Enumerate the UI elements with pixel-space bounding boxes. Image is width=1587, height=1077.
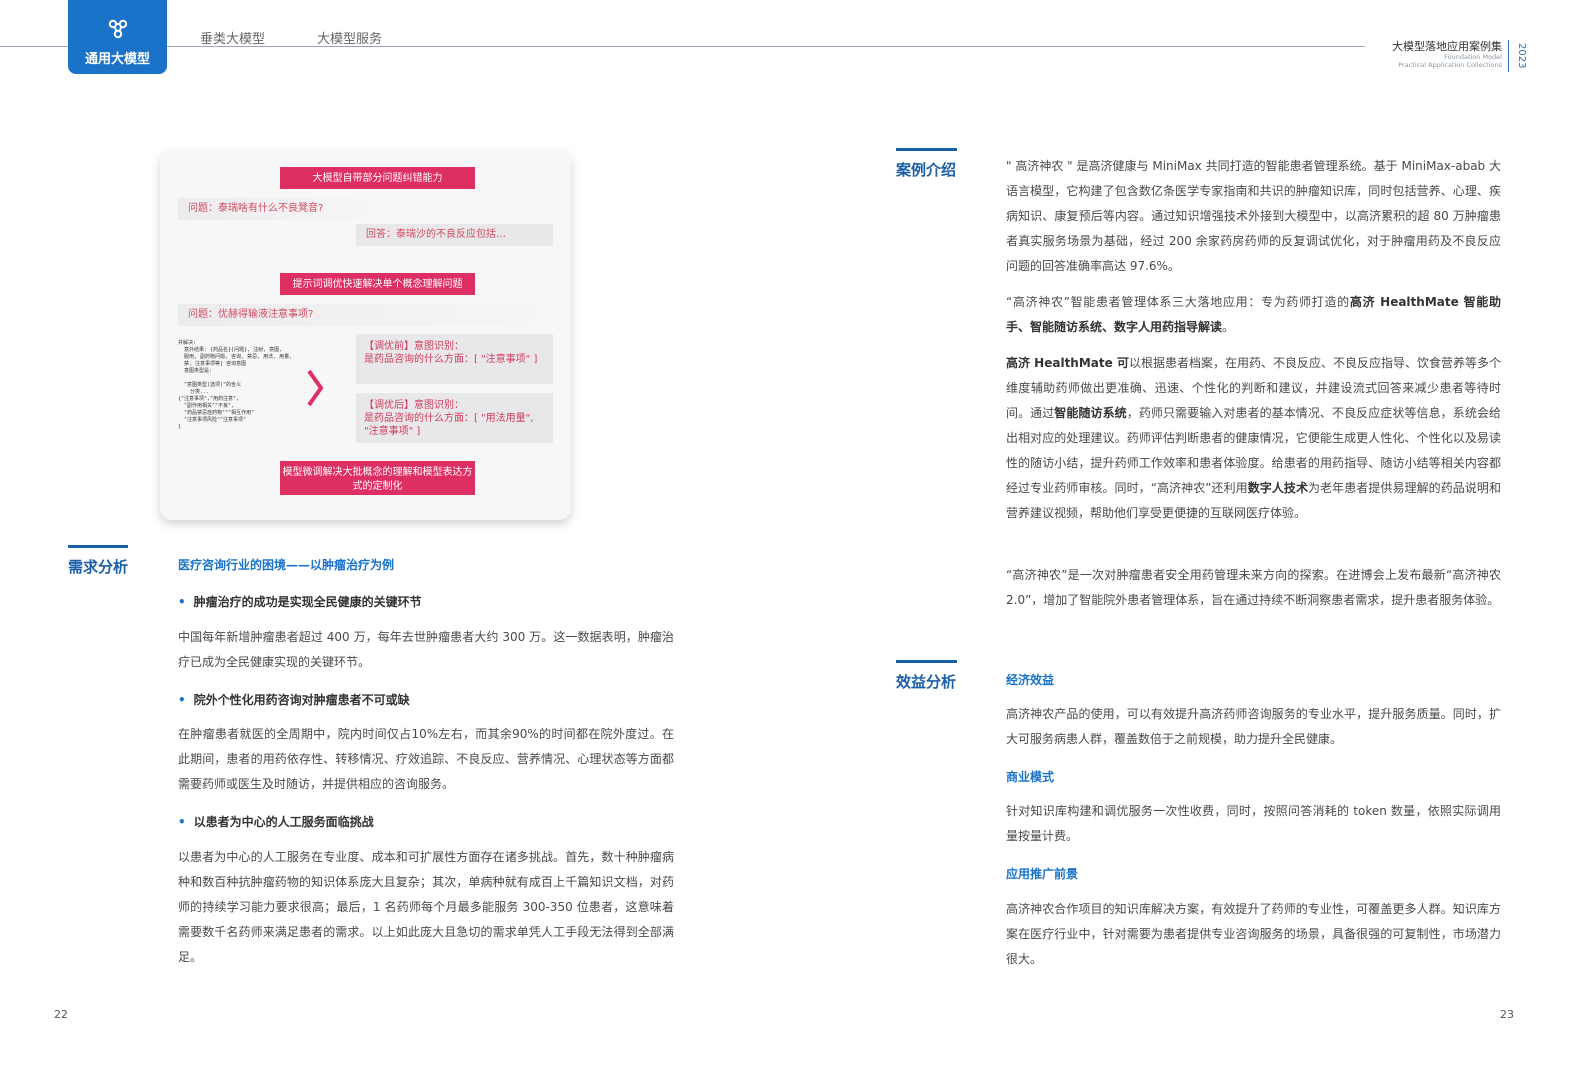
- figure-after-tuning: 【调优后】意图识别： 是药品咨询的什么方面：[ "用法用量", "注意事项" ]: [356, 393, 553, 443]
- section-title-case: 案例介绍: [896, 161, 957, 179]
- case-p3-highlight-1: 高济 HealthMate 可: [1006, 356, 1129, 370]
- section-bar-benefit: [896, 660, 957, 663]
- after-text: 是药品咨询的什么方面：[ "用法用量", "注意事项" ]: [364, 413, 534, 437]
- category-tab[interactable]: 通用大模型: [68, 0, 167, 74]
- biz-subhead: 商业模式: [1006, 770, 1055, 784]
- category-label: 通用大模型: [84, 52, 150, 67]
- biz-paragraph: 针对知识库构建和调优服务一次性收费，同时，按照问答消耗的 token 数量，依照…: [1006, 804, 1501, 843]
- figure-box-2: 提示词调优快速解决单个概念理解问题: [280, 273, 475, 295]
- section-title-demand: 需求分析: [68, 558, 129, 576]
- chevron-right-icon: [307, 369, 324, 407]
- bullet-dot: •: [178, 595, 186, 609]
- promo-subhead: 应用推广前景: [1006, 867, 1079, 881]
- book-en-line-2: Practical Application Collections: [1398, 61, 1502, 69]
- section-title-benefit: 效益分析: [896, 673, 957, 691]
- after-label: 【调优后】意图识别：: [364, 400, 464, 411]
- case-paragraph-2: “高济神农”智能患者管理体系三大落地应用：专为药师打造的高济 HealthMat…: [1006, 290, 1501, 340]
- book-year: 2023: [1516, 43, 1527, 69]
- case-paragraph-4: “高济神农”是一次对肿瘤患者安全用药管理未来方向的探索。在进博会上发布最新“高济…: [1006, 568, 1501, 607]
- econ-paragraph: 高济神农产品的使用，可以有效提升高济药师咨询服务的专业水平，提升服务质量。同时，…: [1006, 707, 1501, 746]
- network-icon: [108, 19, 128, 39]
- before-text: 是药品咨询的什么方面：[ "注意事项" ]: [364, 354, 538, 365]
- bullet-dot: •: [178, 693, 186, 707]
- paragraph-1: 中国每年新增肿瘤患者超过 400 万，每年去世肿瘤患者大约 300 万。这一数据…: [178, 630, 674, 669]
- nav-model-services[interactable]: 大模型服务: [317, 28, 382, 47]
- page-number-right: 23: [1500, 1008, 1514, 1021]
- section-bar-demand: [68, 545, 128, 548]
- figure-question-2: 问题：优赫得输液注意事项?: [178, 304, 553, 326]
- nav-vertical-models[interactable]: 垂类大模型: [200, 28, 265, 47]
- book-title: 大模型落地应用案例集: [1392, 40, 1502, 53]
- promo-paragraph: 高济神农合作项目的知识库解决方案，有效提升了药师的专业性，可覆盖更多人群。知识库…: [1006, 902, 1501, 966]
- bullet-2: • 院外个性化用药咨询对肿瘤患者不可或缺: [178, 691, 410, 708]
- figure-box-3: 模型微调解决大批概念的理解和模型表达方式的定制化: [280, 461, 475, 495]
- figure-panel: 大模型自带部分问题纠错能力 问题：泰瑞啥有什么不良凳音? 回答：泰瑞沙的不良反应…: [160, 150, 571, 520]
- case-paragraph-1: " 高济神农 " 是高济健康与 MiniMax 共同打造的智能患者管理系统。基于…: [1006, 159, 1501, 273]
- paragraph-2: 在肿瘤患者就医的全周期中，院内时间仅占10%左右，而其余90%的时间都在院外度过…: [178, 727, 674, 791]
- paragraph-3: 以患者为中心的人工服务在专业度、成本和可扩展性方面存在诸多挑战。首先，数十种肿瘤…: [178, 850, 674, 964]
- book-en-line-1: Foundation Model: [1444, 53, 1502, 61]
- bullet-1-text: 肿瘤治疗的成功是实现全民健康的关键环节: [193, 595, 422, 609]
- case-p2-end: 。: [1222, 320, 1235, 334]
- case-p2-text: “高济神农”智能患者管理体系三大落地应用：专为药师打造的: [1006, 295, 1350, 309]
- bullet-2-text: 院外个性化用药咨询对肿瘤患者不可或缺: [193, 693, 410, 707]
- before-label: 【调优前】意图识别：: [364, 341, 464, 352]
- demand-subhead: 医疗咨询行业的困境——以肿瘤治疗为例: [178, 558, 395, 572]
- book-subtitle-en: Foundation Model Practical Application C…: [1398, 53, 1502, 69]
- figure-answer-1: 回答：泰瑞沙的不良反应包括…: [356, 224, 553, 246]
- bullet-3: • 以患者为中心的人工服务面临挑战: [178, 813, 374, 830]
- book-divider: [1508, 40, 1509, 72]
- page-number-left: 22: [54, 1008, 68, 1021]
- econ-subhead: 经济效益: [1006, 673, 1055, 687]
- bullet-dot: •: [178, 815, 186, 829]
- figure-code-snippet: 并解决: 意外结果: {药品名}{问题}, 注射, 意图, 服用, 副药物问题,…: [178, 340, 293, 430]
- figure-before-tuning: 【调优前】意图识别： 是药品咨询的什么方面：[ "注意事项" ]: [356, 334, 553, 384]
- figure-box-1: 大模型自带部分问题纠错能力: [280, 167, 475, 189]
- bullet-1: • 肿瘤治疗的成功是实现全民健康的关键环节: [178, 593, 422, 610]
- case-p3-highlight-3: 数字人技术: [1247, 481, 1309, 495]
- section-bar-case: [896, 148, 957, 151]
- bullet-3-text: 以患者为中心的人工服务面临挑战: [193, 815, 374, 829]
- case-paragraph-3: 高济 HealthMate 可以根据患者档案，在用药、不良反应、不良反应指导、饮…: [1006, 351, 1501, 526]
- figure-question-1: 问题：泰瑞啥有什么不良凳音?: [178, 198, 376, 220]
- case-p3-highlight-2: 智能随访系统: [1054, 406, 1127, 420]
